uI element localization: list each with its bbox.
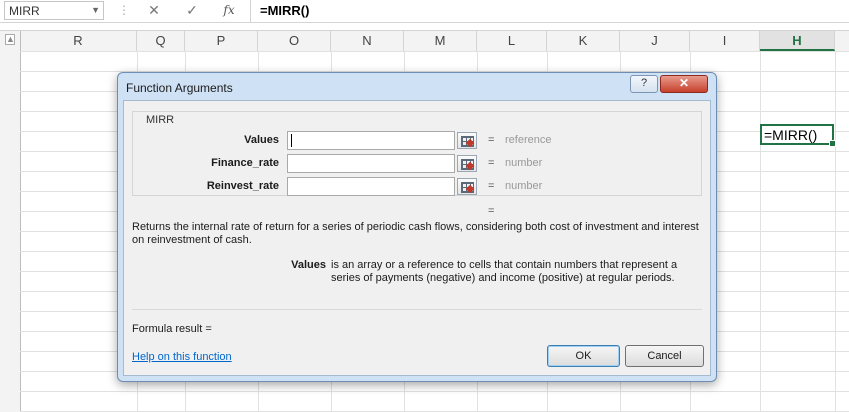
argument-row-reinvest-rate: Reinvest_rate = number — [124, 177, 704, 197]
equals-sign: = — [488, 157, 495, 169]
reinvest-rate-input[interactable] — [287, 177, 455, 196]
insert-function-button[interactable]: fx — [218, 1, 240, 20]
column-header-r[interactable]: R — [20, 31, 137, 51]
close-icon: ✕ — [148, 2, 160, 18]
formula-input[interactable]: =MIRR() — [260, 3, 309, 18]
function-description: Returns the internal rate of return for … — [132, 221, 699, 246]
triangle-icon: ▲ — [5, 34, 15, 45]
chevron-down-icon[interactable]: ▼ — [91, 5, 100, 15]
cancel-formula-button[interactable]: ✕ — [143, 1, 165, 20]
argument-label: Finance_rate — [211, 157, 279, 169]
column-header-h[interactable]: H — [760, 31, 835, 51]
ok-button[interactable]: OK — [547, 345, 620, 367]
column-header-n[interactable]: N — [331, 31, 404, 51]
enter-formula-button[interactable]: ✓ — [181, 1, 203, 20]
dialog-help-button[interactable]: ? — [630, 75, 658, 93]
values-input[interactable] — [287, 131, 455, 150]
argument-label: Reinvest_rate — [206, 180, 279, 192]
argument-description-text: is an array or a reference to cells that… — [331, 259, 678, 284]
finance-rate-input[interactable] — [287, 154, 455, 173]
collapse-dialog-button[interactable] — [457, 132, 477, 149]
argument-description-name: Values — [291, 259, 326, 271]
column-header-q[interactable]: Q — [137, 31, 185, 51]
argument-row-finance-rate: Finance_rate = number — [124, 154, 704, 174]
function-arguments-dialog: Function Arguments ? ✕ MIRR Values = ref… — [117, 72, 717, 382]
fx-icon: fx — [223, 3, 235, 17]
argument-row-values: Values = reference — [124, 131, 704, 151]
divider — [132, 309, 702, 310]
name-box-value: MIRR — [9, 4, 40, 18]
text-caret — [291, 134, 292, 147]
close-icon: ✕ — [678, 76, 690, 90]
argument-type-hint: number — [505, 180, 543, 192]
name-box[interactable]: MIRR ▼ — [4, 1, 104, 20]
select-all-button[interactable]: ▲ — [0, 31, 21, 51]
column-header-m[interactable]: M — [404, 31, 477, 51]
argument-type-hint: number — [505, 157, 543, 169]
dialog-close-button[interactable]: ✕ — [660, 75, 708, 93]
equals-sign: = — [488, 134, 495, 146]
formula-bar-divider — [250, 0, 251, 22]
collapse-dialog-button[interactable] — [457, 155, 477, 172]
formula-bar-grip-icon: ⋮ — [118, 3, 130, 17]
column-header-p[interactable]: P — [185, 31, 258, 51]
active-cell-value: =MIRR() — [764, 127, 818, 143]
column-header-j[interactable]: J — [620, 31, 690, 51]
argument-type-hint: reference — [505, 134, 552, 146]
grid-line — [760, 51, 761, 412]
column-header-o[interactable]: O — [258, 31, 331, 51]
cancel-button[interactable]: Cancel — [625, 345, 704, 367]
equals-sign: = — [488, 180, 495, 192]
column-header-i[interactable]: I — [690, 31, 760, 51]
row-header-gutter — [0, 51, 21, 412]
column-header-k[interactable]: K — [547, 31, 620, 51]
column-header-row: ▲ R Q P O N M L K J I H — [0, 30, 849, 52]
function-result-equals: = — [488, 205, 495, 217]
argument-label: Values — [244, 134, 279, 146]
help-on-function-link[interactable]: Help on this function — [132, 351, 232, 363]
question-icon: ? — [640, 77, 648, 89]
fill-handle[interactable] — [829, 140, 836, 147]
grid-line — [835, 51, 836, 412]
dialog-title: Function Arguments — [126, 81, 233, 95]
function-name-label: MIRR — [143, 114, 178, 126]
formula-result-label: Formula result = — [132, 323, 212, 335]
formula-bar: MIRR ▼ ⋮ ✕ ✓ fx =MIRR() — [0, 0, 849, 23]
collapse-dialog-button[interactable] — [457, 178, 477, 195]
check-icon: ✓ — [186, 2, 198, 18]
dialog-body: MIRR Values = reference Finance_rate = n… — [123, 100, 711, 376]
active-cell-h[interactable]: =MIRR() — [760, 124, 836, 147]
column-header-l[interactable]: L — [477, 31, 547, 51]
